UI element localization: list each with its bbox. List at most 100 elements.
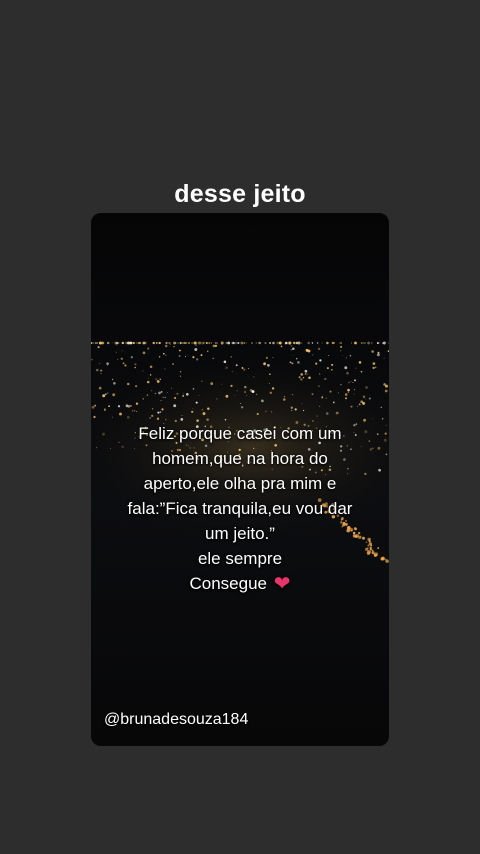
city-light (271, 411, 273, 413)
city-light (268, 382, 270, 385)
story-line: Consegue (189, 574, 267, 593)
city-light (183, 341, 187, 345)
city-light (156, 417, 160, 420)
city-light (365, 386, 368, 389)
city-light (201, 341, 205, 345)
city-light (328, 354, 330, 357)
city-light (126, 415, 130, 419)
city-light (135, 342, 138, 344)
city-light (149, 365, 153, 368)
city-light (321, 396, 323, 399)
city-light (340, 383, 342, 386)
city-light (308, 376, 311, 380)
city-light (344, 366, 348, 370)
city-light (155, 378, 158, 381)
city-light (340, 345, 343, 348)
city-light (269, 391, 272, 394)
city-light (202, 412, 206, 416)
city-light (102, 394, 106, 398)
city-light (358, 361, 362, 364)
city-light (311, 393, 314, 396)
city-light (377, 351, 380, 354)
city-light (331, 341, 335, 345)
city-light (316, 342, 319, 344)
city-light (301, 342, 303, 344)
city-light (271, 387, 275, 390)
city-light (307, 373, 309, 375)
city-light (383, 357, 385, 359)
city-light (108, 405, 110, 408)
city-light (227, 342, 230, 344)
city-light (208, 342, 211, 344)
city-light (169, 343, 171, 345)
city-light (290, 409, 293, 412)
city-light (264, 410, 267, 413)
city-light (206, 350, 209, 353)
city-light (198, 341, 202, 345)
city-light (345, 357, 347, 359)
city-light (98, 362, 101, 365)
city-light (340, 342, 341, 344)
city-light (350, 405, 353, 408)
city-light (290, 406, 293, 409)
city-light (295, 357, 298, 360)
user-handle[interactable]: @brunadesouza184 (104, 711, 248, 729)
city-light (240, 341, 244, 345)
city-light (179, 371, 182, 373)
city-light (283, 395, 286, 398)
city-light (292, 341, 296, 345)
city-light (104, 393, 107, 396)
city-light (301, 402, 303, 404)
city-light (280, 345, 283, 348)
city-light (156, 341, 159, 345)
city-light (216, 342, 218, 344)
story-line: ele sempre (197, 549, 283, 568)
city-light (216, 398, 218, 400)
city-light (214, 341, 217, 345)
city-light (317, 347, 321, 351)
city-light (196, 358, 199, 361)
story-line: aperto,ele olha pra mim e (143, 474, 337, 493)
city-light (222, 342, 224, 344)
media-card[interactable]: Feliz porque casei com um homem,que na h… (91, 213, 389, 746)
city-light (302, 377, 305, 379)
city-light (292, 354, 294, 356)
city-light (182, 342, 184, 344)
city-light (188, 342, 190, 344)
city-light (176, 392, 179, 395)
city-light (300, 378, 303, 381)
city-light (118, 342, 120, 344)
city-light (237, 341, 240, 345)
city-light (181, 415, 183, 417)
city-light (111, 378, 114, 381)
city-light (235, 364, 238, 367)
city-light (100, 369, 103, 372)
city-light (360, 370, 363, 373)
city-light (205, 341, 208, 345)
city-light (149, 417, 151, 419)
city-light (191, 341, 194, 345)
city-light (265, 356, 268, 359)
city-light (251, 342, 253, 344)
city-light (221, 383, 223, 385)
city-light (317, 385, 320, 388)
city-light (115, 351, 117, 353)
city-light (272, 341, 275, 345)
city-light (120, 357, 124, 361)
city-light (304, 373, 307, 375)
city-light (151, 390, 153, 392)
city-light (160, 400, 162, 402)
city-light (350, 380, 352, 382)
city-light (347, 391, 350, 393)
city-light (172, 363, 175, 366)
city-light (372, 366, 375, 370)
city-light (231, 342, 233, 344)
city-light (212, 357, 214, 359)
city-light (318, 373, 321, 375)
city-light (111, 342, 113, 344)
city-light (151, 414, 154, 418)
city-light (291, 362, 294, 365)
city-light (240, 406, 244, 409)
city-light (353, 393, 355, 395)
city-light (133, 342, 135, 344)
